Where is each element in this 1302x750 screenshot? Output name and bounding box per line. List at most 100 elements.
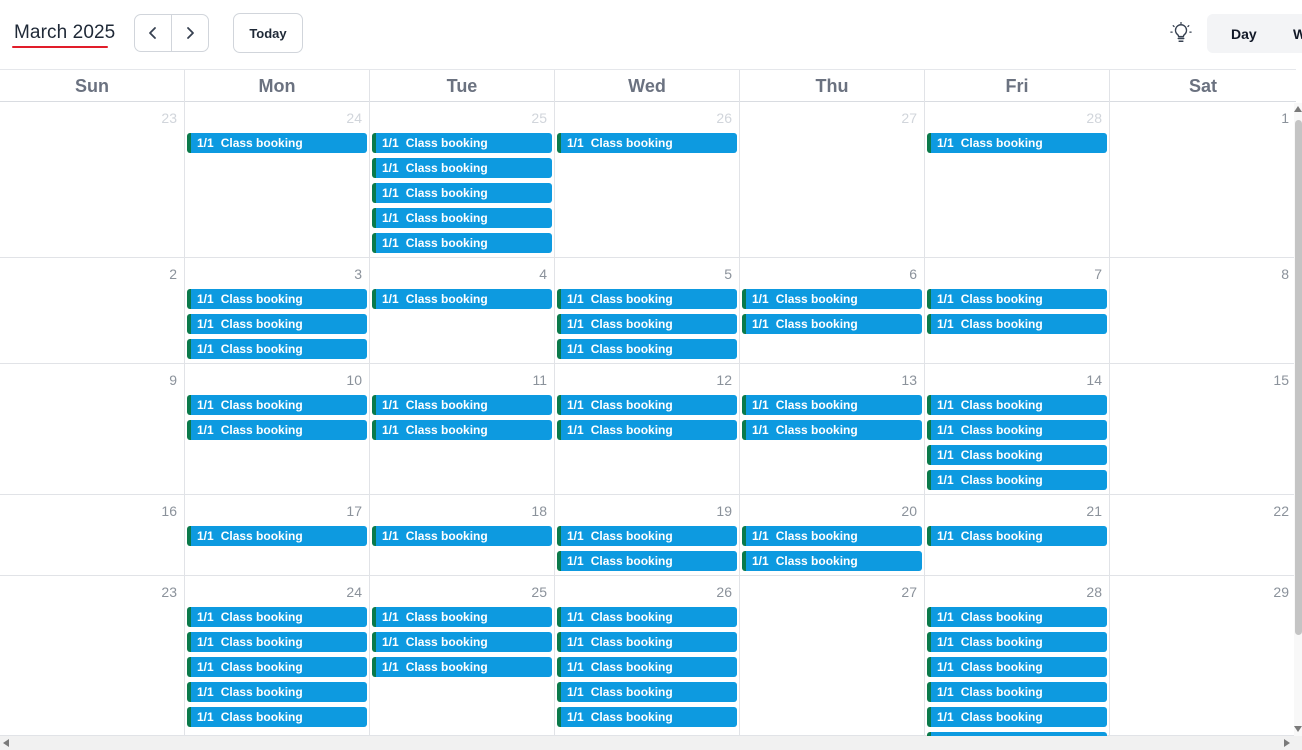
event-chip[interactable]: 1/1 Class booking bbox=[187, 526, 367, 546]
day-cell[interactable]: 26 1/1 Class booking bbox=[554, 102, 739, 257]
event-chip[interactable]: 1/1 Class booking bbox=[927, 657, 1107, 677]
day-number[interactable]: 5 bbox=[724, 266, 732, 282]
day-cell[interactable]: 14 1/1 Class booking 1/1 Class booking 1/1 Cla… bbox=[924, 364, 1109, 494]
day-number[interactable]: 26 bbox=[716, 584, 732, 600]
day-cell[interactable]: 28 1/1 Class booking 1/1 Class booking 1/1 Cla… bbox=[924, 576, 1109, 736]
event-chip[interactable]: 1/1 Class booking bbox=[372, 158, 552, 178]
event-chip[interactable]: 1/1 Class booking bbox=[187, 133, 367, 153]
event-chip[interactable]: 1/1 Class booking bbox=[372, 395, 552, 415]
day-number[interactable]: 17 bbox=[346, 503, 362, 519]
event-chip[interactable]: 1/1 Class booking bbox=[187, 632, 367, 652]
event-chip[interactable]: 1/1 Class booking bbox=[742, 551, 922, 571]
event-chip[interactable]: 1/1 Class booking bbox=[187, 657, 367, 677]
day-cell[interactable]: 3 1/1 Class booking 1/1 Class booking 1/1 Clas… bbox=[184, 258, 369, 363]
day-cell[interactable]: 4 1/1 Class booking bbox=[369, 258, 554, 363]
event-chip[interactable]: 1/1 Class booking bbox=[557, 133, 737, 153]
event-chip[interactable]: 1/1 Class booking bbox=[742, 526, 922, 546]
day-cell[interactable]: 27 bbox=[739, 576, 924, 735]
day-cell[interactable]: 13 1/1 Class booking 1/1 Class booking bbox=[739, 364, 924, 494]
view-week-button[interactable]: W bbox=[1293, 14, 1302, 53]
event-chip[interactable]: 1/1 Class booking bbox=[557, 289, 737, 309]
vertical-scrollbar-thumb[interactable] bbox=[1295, 120, 1302, 635]
day-number[interactable]: 18 bbox=[531, 503, 547, 519]
day-cell[interactable]: 20 1/1 Class booking 1/1 Class booking bbox=[739, 495, 924, 575]
day-number[interactable]: 8 bbox=[1281, 266, 1289, 282]
event-chip[interactable]: 1/1 Class booking bbox=[187, 339, 367, 359]
event-chip[interactable]: 1/1 Class booking bbox=[187, 314, 367, 334]
day-cell[interactable]: 19 1/1 Class booking 1/1 Class booking bbox=[554, 495, 739, 575]
event-chip[interactable]: 1/1 Class booking bbox=[927, 314, 1107, 334]
event-chip[interactable]: 1/1 Class booking bbox=[187, 420, 367, 440]
event-chip[interactable]: 1/1 Class booking bbox=[372, 183, 552, 203]
event-chip[interactable]: 1/1 Class booking bbox=[372, 233, 552, 253]
day-number[interactable]: 14 bbox=[1086, 372, 1102, 388]
day-cell[interactable]: 7 1/1 Class booking 1/1 Class booking bbox=[924, 258, 1109, 363]
day-number[interactable]: 4 bbox=[539, 266, 547, 282]
day-cell[interactable]: 10 1/1 Class booking 1/1 Class booking bbox=[184, 364, 369, 494]
event-chip[interactable]: 1/1 Class booking bbox=[927, 133, 1107, 153]
event-chip[interactable]: 1/1 Class booking bbox=[927, 395, 1107, 415]
event-chip[interactable]: 1/1 Class booking bbox=[927, 289, 1107, 309]
day-cell[interactable]: 8 bbox=[1109, 258, 1296, 363]
view-day-button[interactable]: Day bbox=[1231, 14, 1257, 53]
event-chip[interactable]: 1/1 Class booking bbox=[742, 420, 922, 440]
event-chip[interactable]: 1/1 Class booking bbox=[557, 632, 737, 652]
day-cell[interactable]: 2 bbox=[0, 258, 184, 363]
event-chip[interactable]: 1/1 Class booking bbox=[372, 208, 552, 228]
day-number[interactable]: 20 bbox=[901, 503, 917, 519]
day-number[interactable]: 19 bbox=[716, 503, 732, 519]
event-chip[interactable]: 1/1 Class booking bbox=[927, 445, 1107, 465]
event-chip[interactable]: 1/1 Class booking bbox=[927, 470, 1107, 490]
event-chip[interactable]: 1/1 Class booking bbox=[557, 339, 737, 359]
event-chip[interactable]: 1/1 Class booking bbox=[187, 607, 367, 627]
day-cell[interactable]: 16 bbox=[0, 495, 184, 575]
day-number[interactable]: 25 bbox=[531, 110, 547, 126]
day-cell[interactable]: 17 1/1 Class booking bbox=[184, 495, 369, 575]
day-cell[interactable]: 18 1/1 Class booking bbox=[369, 495, 554, 575]
day-number[interactable]: 16 bbox=[161, 503, 177, 519]
event-chip[interactable]: 1/1 Class booking bbox=[557, 607, 737, 627]
day-number[interactable]: 29 bbox=[1273, 584, 1289, 600]
event-chip[interactable]: 1/1 Class booking bbox=[742, 289, 922, 309]
event-chip[interactable]: 1/1 Class booking bbox=[557, 314, 737, 334]
day-cell[interactable]: 27 bbox=[739, 102, 924, 257]
day-number[interactable]: 11 bbox=[532, 372, 547, 388]
day-cell[interactable]: 23 bbox=[0, 102, 184, 257]
day-cell[interactable]: 12 1/1 Class booking 1/1 Class booking bbox=[554, 364, 739, 494]
event-chip[interactable]: 1/1 Class booking bbox=[187, 707, 367, 727]
day-number[interactable]: 23 bbox=[161, 110, 177, 126]
day-cell[interactable]: 22 bbox=[1109, 495, 1296, 575]
day-cell[interactable]: 24 1/1 Class booking bbox=[184, 102, 369, 257]
day-number[interactable]: 28 bbox=[1086, 110, 1102, 126]
day-number[interactable]: 7 bbox=[1094, 266, 1102, 282]
day-cell[interactable]: 9 bbox=[0, 364, 184, 494]
event-chip[interactable]: 1/1 Class booking bbox=[927, 707, 1107, 727]
scroll-down-arrow-icon[interactable] bbox=[1294, 726, 1302, 732]
event-chip[interactable]: 1/1 Class booking bbox=[742, 314, 922, 334]
scroll-up-arrow-icon[interactable] bbox=[1294, 106, 1302, 112]
event-chip[interactable]: 1/1 Class booking bbox=[927, 632, 1107, 652]
scroll-left-arrow-icon[interactable] bbox=[3, 739, 9, 747]
day-number[interactable]: 6 bbox=[909, 266, 917, 282]
next-button[interactable] bbox=[171, 15, 208, 51]
event-chip[interactable]: 1/1 Class booking bbox=[557, 551, 737, 571]
day-cell[interactable]: 5 1/1 Class booking 1/1 Class booking 1/1 Clas… bbox=[554, 258, 739, 363]
day-number[interactable]: 9 bbox=[169, 372, 177, 388]
event-chip[interactable]: 1/1 Class booking bbox=[372, 526, 552, 546]
event-chip[interactable]: 1/1 Class booking bbox=[557, 682, 737, 702]
event-chip[interactable]: 1/1 Class booking bbox=[927, 607, 1107, 627]
day-number[interactable]: 28 bbox=[1086, 584, 1102, 600]
day-number[interactable]: 2 bbox=[169, 266, 177, 282]
day-cell[interactable]: 15 bbox=[1109, 364, 1296, 494]
event-chip[interactable]: 1/1 Class booking bbox=[187, 289, 367, 309]
day-cell[interactable]: 6 1/1 Class booking 1/1 Class booking bbox=[739, 258, 924, 363]
day-number[interactable]: 27 bbox=[901, 110, 917, 126]
day-cell[interactable]: 28 1/1 Class booking bbox=[924, 102, 1109, 257]
today-button[interactable]: Today bbox=[233, 13, 303, 53]
event-chip[interactable]: 1/1 Class booking bbox=[557, 395, 737, 415]
day-number[interactable]: 10 bbox=[346, 372, 362, 388]
day-number[interactable]: 12 bbox=[716, 372, 732, 388]
event-chip[interactable]: 1/1 Class booking bbox=[557, 420, 737, 440]
day-cell[interactable]: 26 1/1 Class booking 1/1 Class booking 1/1 Cla… bbox=[554, 576, 739, 735]
day-cell[interactable]: 1 bbox=[1109, 102, 1296, 257]
